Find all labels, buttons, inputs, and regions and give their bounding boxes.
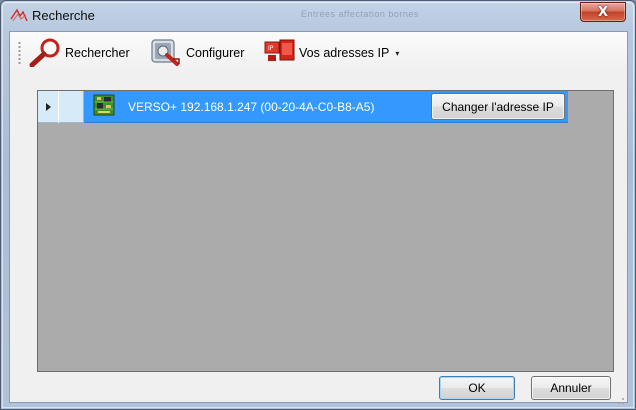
toolbar-grip[interactable] [18,41,21,65]
chevron-down-icon: ▾ [395,48,400,58]
svg-text:IP: IP [268,45,274,52]
ip-addresses-dropdown[interactable]: IP Vos adresses IP ▾ [262,38,399,68]
table-row[interactable]: VERSO+ 192.168.1.247 (00-20-4A-C0-B8-A5)… [38,91,614,123]
circuit-board-icon [92,93,116,121]
window-title: Recherche [32,8,95,23]
app-logo-icon [10,7,28,23]
ok-button[interactable]: OK [439,376,515,400]
row-header[interactable] [38,91,84,123]
title-bar[interactable]: Entrées affectation bornes Recherche X [1,1,635,31]
search-label: Rechercher [65,46,130,60]
close-icon: X [597,4,609,20]
dialog-window: Entrées affectation bornes Recherche X R… [0,0,636,410]
background-window-title: Entrées affectation bornes [301,9,419,19]
row-header-divider [58,91,59,123]
dialog-client-area: Rechercher Configurer IP Vos adresses IP… [9,31,628,404]
configure-button[interactable]: Configurer [149,38,244,68]
current-row-arrow-icon [46,103,51,111]
device-config-icon [149,37,183,70]
magnifier-icon [28,37,62,70]
cancel-button[interactable]: Annuler [531,376,611,400]
ip-network-icon: IP [262,37,296,70]
configure-label: Configurer [186,46,245,60]
ip-addresses-label: Vos adresses IP [299,46,390,60]
search-button[interactable]: Rechercher [28,38,130,68]
change-ip-button[interactable]: Changer l'adresse IP [431,93,565,120]
action-cell: Changer l'adresse IP [428,91,568,123]
device-description[interactable]: VERSO+ 192.168.1.247 (00-20-4A-C0-B8-A5) [124,91,428,123]
resize-grip-icon[interactable] [615,390,625,404]
device-grid[interactable]: VERSO+ 192.168.1.247 (00-20-4A-C0-B8-A5)… [37,90,614,372]
device-icon-cell[interactable] [84,91,124,123]
toolbar: Rechercher Configurer IP Vos adresses IP… [10,32,627,72]
close-button[interactable]: X [580,2,626,22]
